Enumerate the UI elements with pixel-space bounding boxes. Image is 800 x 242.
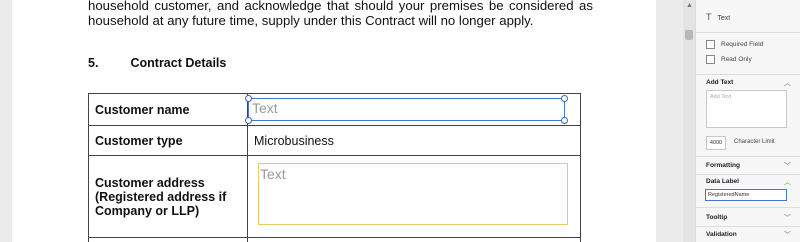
add-text-textarea[interactable]: Add Text bbox=[706, 90, 787, 128]
customer-type-label: Customer type bbox=[88, 125, 248, 156]
text-field-icon: T bbox=[706, 12, 712, 22]
chevron-up-icon[interactable]: ︿ bbox=[784, 78, 791, 88]
validation-section-title[interactable]: Validation bbox=[706, 231, 737, 238]
table-row bbox=[88, 237, 581, 242]
section-heading: 5. Contract Details bbox=[88, 56, 226, 70]
divider bbox=[696, 226, 800, 227]
chevron-down-icon[interactable]: ﹀ bbox=[784, 230, 791, 240]
resize-handle-bottom-right[interactable] bbox=[561, 117, 568, 124]
contract-details-table: Customer name Text Customer type Microbu… bbox=[88, 93, 581, 242]
character-limit-label: Character Limit bbox=[734, 139, 775, 145]
divider bbox=[696, 156, 800, 157]
read-only-option[interactable]: Read Only bbox=[706, 55, 752, 64]
customer-name-text-field[interactable]: Text bbox=[245, 95, 568, 124]
field-type-header: T Text bbox=[706, 12, 730, 22]
document-viewport: household customer, and acknowledge that… bbox=[0, 0, 683, 242]
divider bbox=[696, 32, 800, 33]
required-field-label: Required Field bbox=[721, 41, 764, 48]
field-properties-panel: T Text Required Field Read Only Add Text… bbox=[695, 0, 800, 242]
read-only-checkbox[interactable] bbox=[706, 55, 715, 64]
table-row: Customer address (Registered address if … bbox=[88, 155, 581, 238]
resize-handle-top-left[interactable] bbox=[245, 95, 252, 102]
required-field-option[interactable]: Required Field bbox=[706, 40, 763, 49]
formatting-section-title[interactable]: Formatting bbox=[706, 162, 740, 169]
section-title: Contract Details bbox=[130, 56, 227, 70]
table-row: Customer name Text bbox=[88, 93, 581, 126]
field-placeholder: Text bbox=[260, 166, 286, 182]
field-placeholder: Text bbox=[252, 100, 278, 116]
add-text-section-title[interactable]: Add Text bbox=[706, 79, 733, 86]
divider bbox=[696, 174, 800, 175]
chevron-up-icon[interactable]: ︿ bbox=[784, 177, 791, 187]
divider bbox=[696, 74, 800, 75]
document-scrollbar[interactable]: ▲ bbox=[683, 0, 695, 242]
customer-address-label: Customer address (Registered address if … bbox=[88, 155, 248, 238]
resize-handle-top-right[interactable] bbox=[561, 95, 568, 102]
customer-address-text-field[interactable]: Text bbox=[258, 163, 568, 225]
scroll-up-icon[interactable]: ▲ bbox=[686, 2, 693, 9]
tooltip-section-title[interactable]: Tooltip bbox=[706, 214, 727, 221]
table-row: Customer type Microbusiness bbox=[88, 125, 581, 156]
section-number: 5. bbox=[88, 56, 99, 70]
chevron-down-icon[interactable]: ﹀ bbox=[784, 161, 791, 171]
contract-paragraph: household customer, and acknowledge that… bbox=[88, 0, 593, 28]
required-field-checkbox[interactable] bbox=[706, 40, 715, 49]
character-limit-input[interactable]: 4000 bbox=[706, 136, 726, 150]
scrollbar-thumb[interactable] bbox=[685, 30, 693, 40]
chevron-down-icon[interactable]: ﹀ bbox=[784, 213, 791, 223]
resize-handle-bottom-left[interactable] bbox=[245, 117, 252, 124]
document-page: household customer, and acknowledge that… bbox=[12, 0, 656, 242]
read-only-label: Read Only bbox=[721, 56, 752, 63]
customer-name-label: Customer name bbox=[88, 93, 248, 126]
divider bbox=[696, 207, 800, 208]
data-label-section-title[interactable]: Data Label bbox=[706, 178, 739, 185]
field-type-label: Text bbox=[717, 15, 731, 22]
customer-type-value: Microbusiness bbox=[254, 133, 334, 148]
data-label-input[interactable]: RegisteredName bbox=[705, 189, 787, 201]
